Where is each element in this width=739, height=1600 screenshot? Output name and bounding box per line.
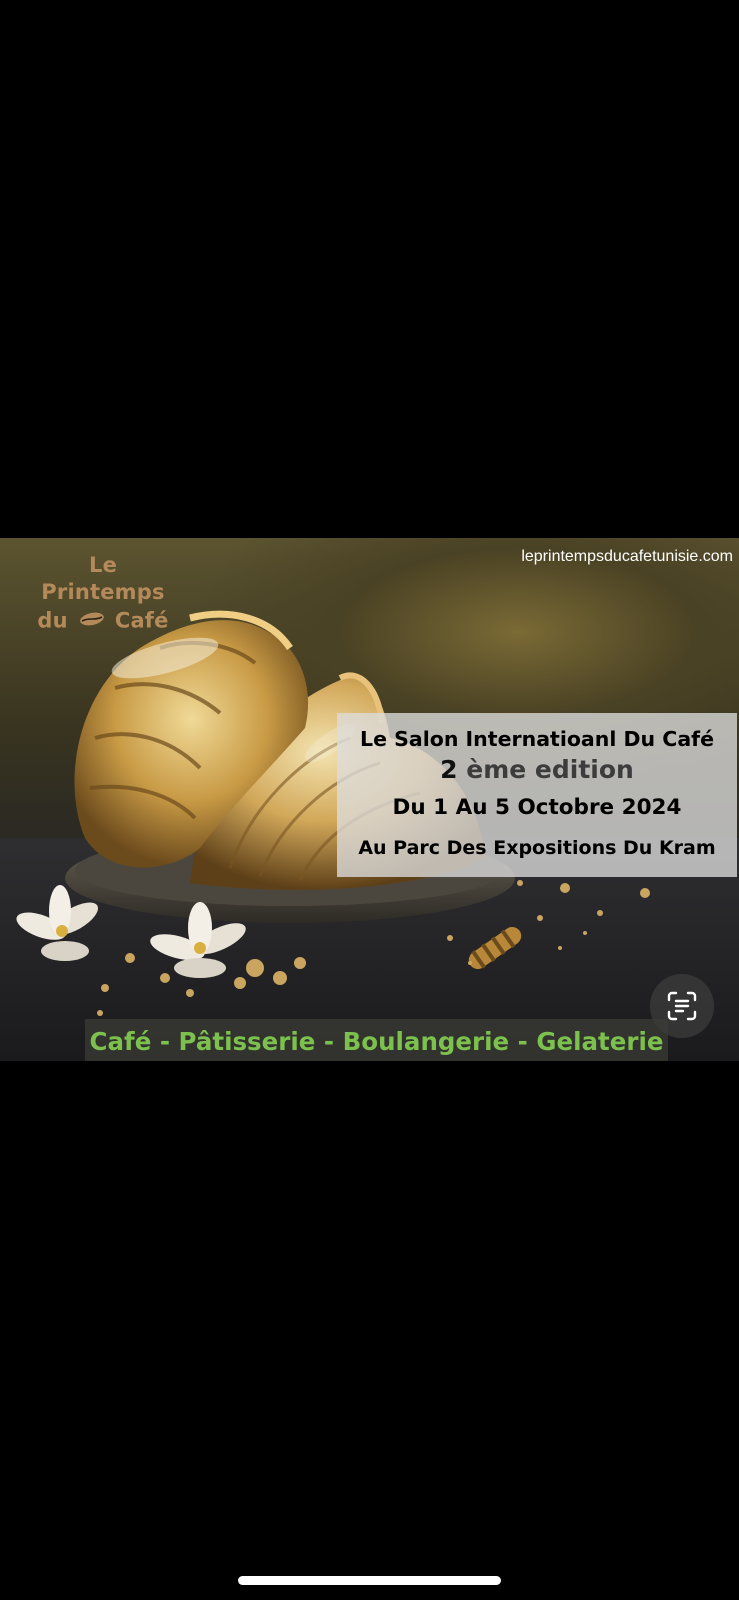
event-info-box: Le Salon Internatioanl Du Café 2 ème edi… (337, 713, 737, 877)
event-tagline: Café - Pâtisserie - Boulangerie - Gelate… (85, 1019, 668, 1061)
coffee-bean-icon (79, 606, 105, 633)
live-text-button[interactable] (650, 974, 714, 1038)
live-text-icon (667, 991, 697, 1021)
logo-du: du (37, 608, 68, 633)
home-indicator[interactable] (238, 1576, 501, 1585)
logo-cafe: Café (114, 608, 169, 633)
event-venue: Au Parc Des Expositions Du Kram (358, 837, 716, 859)
edition-number: 2 (440, 755, 458, 784)
event-logo: Le Printemps du Café (28, 552, 178, 637)
edition-text: ème edition (466, 755, 634, 784)
event-dates: Du 1 Au 5 Octobre 2024 (392, 795, 682, 820)
logo-title: Le Printemps (41, 553, 165, 604)
event-title: Le Salon Internatioanl Du Café (360, 727, 714, 751)
poster-image: Le Printemps du Café leprintempsducafetu… (0, 538, 739, 1061)
event-edition: 2 ème edition (337, 755, 737, 784)
website-url: leprintempsducafetunisie.com (521, 548, 733, 565)
